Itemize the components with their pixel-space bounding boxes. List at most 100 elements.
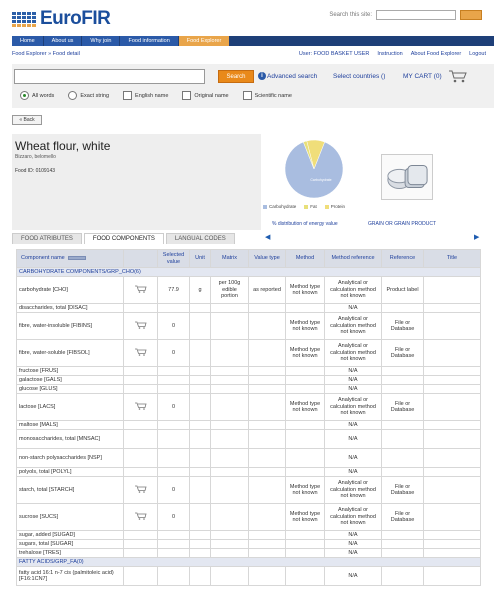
cell-component-name[interactable]: maltose [MALS]: [16, 420, 124, 430]
tab-food-components[interactable]: FOOD COMPONENTS: [83, 233, 164, 244]
cell-reference: [381, 448, 424, 468]
option-all-words[interactable]: All words: [20, 91, 54, 100]
col-component-name[interactable]: Component name: [16, 249, 124, 268]
cell-reference: [381, 303, 424, 313]
search-button[interactable]: Search: [218, 70, 254, 83]
cell-component-name[interactable]: sugars, total [SUGAR]: [16, 539, 124, 549]
back-button[interactable]: « Back: [12, 115, 42, 125]
user-links: User: FOOD BASKET USER Instruction About…: [299, 51, 486, 61]
col-title[interactable]: Title: [423, 249, 481, 268]
add-to-cart-icon[interactable]: [134, 348, 147, 356]
cell-component-name[interactable]: glucose [GLUS]: [16, 384, 124, 394]
cell-unit: g: [189, 276, 211, 304]
site-search-button[interactable]: [460, 10, 482, 20]
breadcrumb[interactable]: Food Explorer » Food detail: [12, 51, 80, 61]
radio-icon[interactable]: [68, 91, 78, 100]
cell-value-type: [248, 303, 286, 313]
cell-value-type: [248, 366, 286, 376]
cell-add-to-cart: [123, 566, 158, 586]
cart-icon[interactable]: [448, 69, 468, 83]
col-unit[interactable]: Unit: [189, 249, 211, 268]
grain-caption[interactable]: GRAIN OR GRAIN PRODUCT: [368, 221, 436, 227]
cell-add-to-cart[interactable]: [123, 476, 158, 504]
advanced-search-link[interactable]: Advanced search: [267, 73, 317, 80]
radio-icon[interactable]: [20, 91, 29, 100]
cell-component-name[interactable]: sucrose [SUCS]: [16, 503, 124, 531]
cell-matrix: [210, 429, 249, 449]
cell-component-name[interactable]: trehalose [TRES]: [16, 548, 124, 558]
cell-reference: [381, 366, 424, 376]
add-to-cart-icon[interactable]: [134, 321, 147, 329]
cell-component-name[interactable]: fibre, water-soluble [FIBSOL]: [16, 339, 124, 367]
tab-food-attributes[interactable]: FOOD ATRIBUTES: [12, 233, 82, 244]
option-exact-string[interactable]: Exact string: [68, 91, 109, 100]
pie-caption[interactable]: % distribution of energy value: [272, 221, 338, 227]
option-english-name[interactable]: English name: [123, 91, 168, 100]
cell-component-name[interactable]: non-starch polysaccharides [NSP]: [16, 448, 124, 468]
col-method-reference[interactable]: Method reference: [324, 249, 382, 268]
cell-component-name[interactable]: starch, total [STARCH]: [16, 476, 124, 504]
option-original-name[interactable]: Original name: [182, 91, 229, 100]
tab-food-information[interactable]: Food information: [120, 36, 179, 46]
cell-component-name[interactable]: sugar, added [SUGAD]: [16, 530, 124, 540]
legend-label: Fat: [310, 204, 317, 209]
tab-food-explorer[interactable]: Food Explorer: [178, 36, 231, 46]
cell-add-to-cart[interactable]: [123, 393, 158, 421]
checkbox-icon[interactable]: [242, 91, 252, 100]
col-value-type[interactable]: Value type: [248, 249, 286, 268]
add-to-cart-icon[interactable]: [134, 285, 147, 293]
cell-selected-value: 0: [157, 476, 190, 504]
col-reference[interactable]: Reference: [381, 249, 424, 268]
cell-component-name[interactable]: lactose [LACS]: [16, 393, 124, 421]
cell-reference: [381, 566, 424, 586]
table-row: non-starch polysaccharides [NSP] N/A: [16, 448, 481, 468]
tab-why-join[interactable]: Why join: [82, 36, 121, 46]
info-icon[interactable]: i: [258, 72, 266, 80]
col-selected-value[interactable]: Selected value: [157, 249, 190, 268]
cell-component-name[interactable]: polyols, total [POLYL]: [16, 467, 124, 477]
about-link[interactable]: About Food Explorer: [411, 51, 461, 61]
tab-prev-arrow-icon[interactable]: ◀: [265, 233, 270, 241]
my-cart-link[interactable]: MY CART (0): [403, 73, 442, 80]
cell-component-name[interactable]: fatty acid 16:1 n-7 cis (palmitoleic aci…: [16, 566, 124, 586]
add-to-cart-icon[interactable]: [134, 512, 147, 520]
instruction-link[interactable]: Instruction: [377, 51, 402, 61]
cell-component-name[interactable]: galactose [GALS]: [16, 375, 124, 385]
cell-value-type: [248, 339, 286, 367]
eurofir-logo[interactable]: EuroFIR: [12, 7, 111, 31]
cell-component-name[interactable]: disaccharides, total [DISAC]: [16, 303, 124, 313]
cell-add-to-cart: [123, 548, 158, 558]
cell-add-to-cart: [123, 375, 158, 385]
sort-icon[interactable]: [67, 255, 86, 260]
tab-next-arrow-icon[interactable]: ▶: [474, 233, 479, 241]
legend-label: Carbohydrate: [269, 204, 297, 209]
checkbox-icon[interactable]: [123, 91, 133, 100]
add-to-cart-icon[interactable]: [134, 402, 147, 410]
cell-add-to-cart[interactable]: [123, 503, 158, 531]
cell-add-to-cart[interactable]: [123, 276, 158, 304]
add-to-cart-icon[interactable]: [134, 485, 147, 493]
tab-about-us[interactable]: About us: [43, 36, 83, 46]
cell-add-to-cart: [123, 384, 158, 394]
checkbox-icon[interactable]: [182, 91, 192, 100]
tab-langual-codes[interactable]: LANGUAL CODES: [165, 233, 235, 244]
group-label: FATTY ACIDS/GRP_FA(0): [16, 557, 481, 567]
cell-component-name[interactable]: fibre, water-insoluble [FIBINS]: [16, 312, 124, 340]
col-method[interactable]: Method: [285, 249, 325, 268]
col-matrix[interactable]: Matrix: [210, 249, 249, 268]
group-row: FATTY ACIDS/GRP_FA(0): [16, 557, 481, 567]
cell-component-name[interactable]: monosaccharides, total [MNSAC]: [16, 429, 124, 449]
food-search-input[interactable]: [14, 69, 205, 84]
site-search-input[interactable]: [376, 10, 456, 20]
cell-component-name[interactable]: fructose [FRUS]: [16, 366, 124, 376]
tab-home[interactable]: Home: [12, 36, 44, 46]
table-row: galactose [GALS] N/A: [16, 375, 481, 385]
cell-add-to-cart[interactable]: [123, 312, 158, 340]
select-countries-link[interactable]: Select countries (): [333, 73, 385, 80]
legend-item-fat: Fat: [304, 204, 317, 209]
cell-add-to-cart[interactable]: [123, 339, 158, 367]
option-scientific-name[interactable]: Scientific name: [242, 91, 292, 100]
cell-selected-value: [157, 548, 190, 558]
logout-link[interactable]: Logout: [469, 51, 486, 61]
cell-component-name[interactable]: carbohydrate [CHO]: [16, 276, 124, 304]
